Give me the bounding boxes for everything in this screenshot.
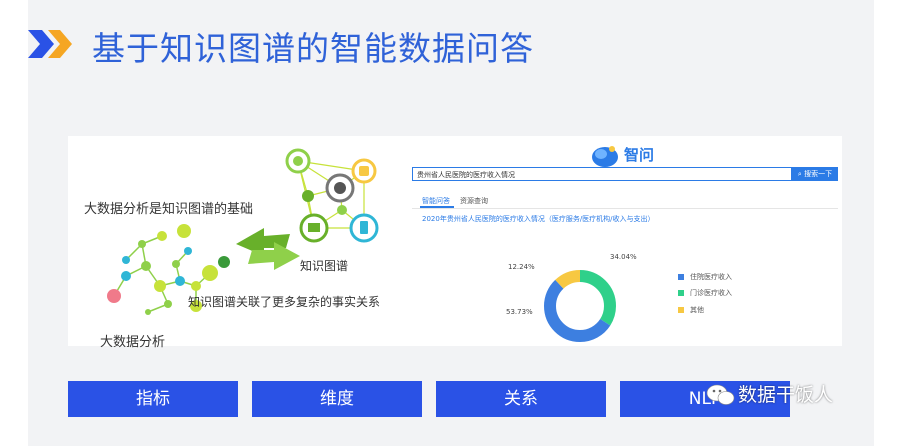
legend-outpatient: 门诊医疗收入 xyxy=(678,288,732,298)
header: 基于知识图谱的智能数据问答 xyxy=(28,0,874,72)
search-icon: ⌕ xyxy=(797,170,802,178)
text-big-data: 大数据分析 xyxy=(100,335,166,350)
label-inpatient: 53.73% xyxy=(506,308,533,316)
legend-swatch-blue xyxy=(678,274,684,280)
text-relations: 知识图谱关联了更多复杂的事实关系 xyxy=(188,295,381,309)
legend-swatch-green xyxy=(678,290,684,296)
label-outpatient: 34.04% xyxy=(610,253,637,261)
text-foundation: 大数据分析是知识图谱的基础 xyxy=(84,202,254,217)
search-button[interactable]: ⌕ 搜索一下 xyxy=(792,167,838,181)
dimension-button[interactable]: 维度 xyxy=(252,381,422,417)
result-title: 2020年贵州省人民医院的医疗收入情况（医疗服务/医疗机构/收入与支出） xyxy=(422,215,655,223)
relation-button[interactable]: 关系 xyxy=(436,381,606,417)
search-input[interactable]: 贵州省人民医院的医疗收入情况 xyxy=(412,167,792,181)
label-other: 12.24% xyxy=(508,263,535,271)
legend-other: 其他 xyxy=(678,305,704,315)
knowledge-graph-illustration xyxy=(107,148,379,315)
knowledge-graph-panel: 大数据分析是知识图谱的基础 知识图谱 知识图谱关联了更多复杂的事实关系 大数据分… xyxy=(68,136,420,350)
legend-swatch-yellow xyxy=(678,307,684,313)
brain-logo-icon xyxy=(592,146,618,167)
active-tab-indicator xyxy=(420,206,454,208)
indicator-button[interactable]: 指标 xyxy=(68,381,238,417)
text-knowledge-graph: 知识图谱 xyxy=(300,259,349,273)
result-tabs: 智能问答 资源查询 xyxy=(412,194,838,209)
double-chevron-icon xyxy=(28,30,72,58)
qa-app-panel: 智问 贵州省人民医院的医疗收入情况 ⌕ 搜索一下 智能问答 资源查询 2020年… xyxy=(402,136,842,346)
watermark-text: 数据干饭人 xyxy=(738,384,834,406)
page-title: 基于知识图谱的智能数据问答 xyxy=(92,29,534,68)
tab-smart-qa[interactable]: 智能问答 xyxy=(422,196,450,206)
tab-resource-query[interactable]: 资源查询 xyxy=(460,196,488,206)
search-button-label: 搜索一下 xyxy=(804,170,833,178)
income-donut-chart xyxy=(544,270,616,342)
wechat-icon xyxy=(706,384,735,405)
exchange-arrows-icon xyxy=(236,228,300,270)
app-logo-text: 智问 xyxy=(624,146,655,164)
legend-inpatient: 住院医疗收入 xyxy=(678,272,732,282)
